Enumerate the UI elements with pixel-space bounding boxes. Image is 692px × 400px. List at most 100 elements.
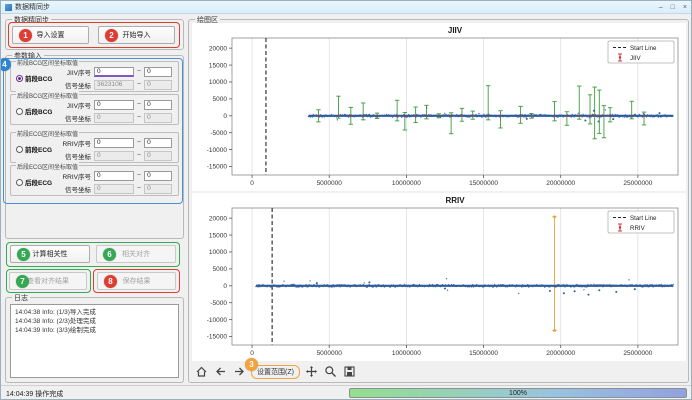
coord-to-input[interactable]: [144, 113, 172, 123]
coord-to-input[interactable]: [144, 184, 172, 194]
seq-label: JIIV序号: [57, 100, 91, 110]
coord-label: 信号坐标: [57, 80, 91, 90]
import-settings-label: 导入设置: [37, 30, 65, 40]
coord-label: 信号坐标: [57, 151, 91, 161]
seq-from-input[interactable]: [94, 100, 134, 110]
seq-from-input[interactable]: [94, 171, 134, 181]
progress-label: 100%: [509, 390, 527, 397]
radio-前段BCG[interactable]: 前段BCG: [16, 73, 52, 83]
svg-text:25000000: 25000000: [623, 180, 652, 187]
chart-toolbar: 3 设置范围(Z): [194, 364, 357, 379]
coord-label: 信号坐标: [57, 113, 91, 123]
zoom-icon[interactable]: [323, 364, 338, 379]
seq-from-input[interactable]: [94, 138, 134, 148]
svg-text:15000000: 15000000: [469, 350, 498, 357]
correlation-align-button[interactable]: 6 相关对齐: [96, 245, 176, 263]
svg-text:0: 0: [250, 180, 254, 187]
seq-row: JIIV序号 ~: [57, 66, 177, 77]
minimize-button[interactable]: –: [659, 4, 663, 11]
window-title: 数据精同步: [15, 2, 50, 12]
save-result-button[interactable]: 8 保存结果: [97, 272, 176, 290]
radio-label: 后段BCG: [25, 106, 52, 116]
close-button[interactable]: ×: [683, 4, 687, 11]
radio-button[interactable]: [16, 146, 23, 153]
rriv-chart[interactable]: 0500000010000000150000002000000025000000…: [192, 193, 686, 361]
tilde-separator: ~: [137, 185, 141, 192]
seq-from-input[interactable]: [94, 67, 134, 77]
seq-label: RRIV序号: [57, 171, 91, 181]
svg-text:-10000: -10000: [207, 147, 228, 154]
svg-text:5000000: 5000000: [317, 350, 343, 357]
pan-icon[interactable]: [304, 364, 319, 379]
seq-to-input[interactable]: [144, 100, 172, 110]
coord-from-input[interactable]: [94, 113, 134, 123]
coord-label: 信号坐标: [57, 184, 91, 194]
radio-后段ECG[interactable]: 后段ECG: [16, 177, 52, 187]
coord-to-input[interactable]: [144, 151, 172, 161]
svg-text:RRIV: RRIV: [445, 196, 465, 205]
coord-row: 信号坐标 ~: [57, 79, 177, 90]
coord-from-input[interactable]: [94, 80, 134, 90]
status-bar: 14:04:39 操作完成 100%: [1, 385, 691, 399]
tilde-separator: ~: [137, 152, 141, 159]
svg-text:10000000: 10000000: [392, 180, 421, 187]
coord-row: 信号坐标~: [57, 112, 177, 123]
param-group-1: 后段BCG区间坐标取值后段BCGJIIV序号~信号坐标~: [10, 94, 179, 125]
app-window: 数据精同步 – □ × 数据精同步 1 导入设置 2 开始导入 参数输入 前段B…: [0, 0, 692, 400]
svg-text:0: 0: [250, 350, 254, 357]
seq-row: RRIV序号 ~: [57, 170, 177, 181]
seq-row: RRIV序号~: [57, 137, 177, 148]
radio-后段BCG[interactable]: 后段BCG: [16, 106, 52, 116]
seq-to-input[interactable]: [144, 67, 172, 77]
tilde-separator: ~: [137, 139, 141, 146]
radio-前段ECG[interactable]: 前段ECG: [16, 144, 52, 154]
title-bar: 数据精同步 – □ ×: [1, 1, 691, 14]
view-align-result-button[interactable]: 7 查看对齐结果: [9, 272, 87, 290]
seq-to-input[interactable]: [144, 138, 172, 148]
calc-correlation-label: 计算相关性: [33, 249, 68, 259]
set-range-button[interactable]: 3 设置范围(Z): [251, 365, 300, 379]
svg-text:25000000: 25000000: [623, 350, 652, 357]
param-group-3: 后段ECG区间坐标取值后段ECGRRIV序号~信号坐标~: [10, 165, 179, 196]
log-groupbox: 日志 14:04:38 Info: (1/3)导入完成 14:04:38 Inf…: [5, 297, 184, 383]
save-icon[interactable]: [342, 364, 357, 379]
progress-bar: 100%: [349, 388, 687, 398]
coord-from-input[interactable]: [94, 151, 134, 161]
coord-from-input[interactable]: [94, 184, 134, 194]
svg-text:20000000: 20000000: [546, 180, 575, 187]
coord-to-input[interactable]: [144, 80, 172, 90]
svg-text:Start Line: Start Line: [630, 45, 657, 52]
start-import-button[interactable]: 2 开始导入: [98, 26, 175, 44]
radio-label: 前段BCG: [25, 73, 52, 83]
svg-text:15000000: 15000000: [469, 180, 498, 187]
sync-group-title: 数据精同步: [12, 15, 51, 25]
radio-button[interactable]: [16, 75, 23, 82]
import-settings-button[interactable]: 1 导入设置: [12, 26, 89, 44]
badge-6: 6: [103, 248, 116, 261]
correlation-align-label: 相关对齐: [122, 249, 150, 259]
log-textarea[interactable]: 14:04:38 Info: (1/3)导入完成 14:04:38 Info: …: [10, 304, 179, 378]
app-icon: [5, 4, 12, 11]
log-group-title: 日志: [12, 293, 30, 303]
badge-1: 1: [19, 29, 32, 42]
jiiv-chart[interactable]: 0500000010000000150000002000000025000000…: [192, 23, 686, 191]
back-arrow-icon[interactable]: [213, 364, 228, 379]
home-icon[interactable]: [194, 364, 209, 379]
badge-8: 8: [104, 275, 117, 288]
seq-to-input[interactable]: [144, 171, 172, 181]
badge-7: 7: [16, 275, 29, 288]
svg-text:-15000: -15000: [207, 164, 228, 171]
svg-text:5000: 5000: [213, 96, 228, 103]
legend: Start LineRRIV: [608, 211, 674, 233]
calc-correlation-button[interactable]: 5 计算相关性: [10, 245, 90, 263]
maximize-button[interactable]: □: [671, 4, 675, 11]
svg-text:-5000: -5000: [210, 300, 227, 307]
tilde-separator: ~: [137, 68, 141, 75]
seq-label: JIIV序号: [57, 67, 91, 77]
svg-text:20000000: 20000000: [546, 350, 575, 357]
save-result-label: 保存结果: [123, 276, 151, 286]
radio-button[interactable]: [16, 179, 23, 186]
radio-button[interactable]: [16, 108, 23, 115]
tilde-separator: ~: [137, 172, 141, 179]
tilde-separator: ~: [137, 81, 141, 88]
